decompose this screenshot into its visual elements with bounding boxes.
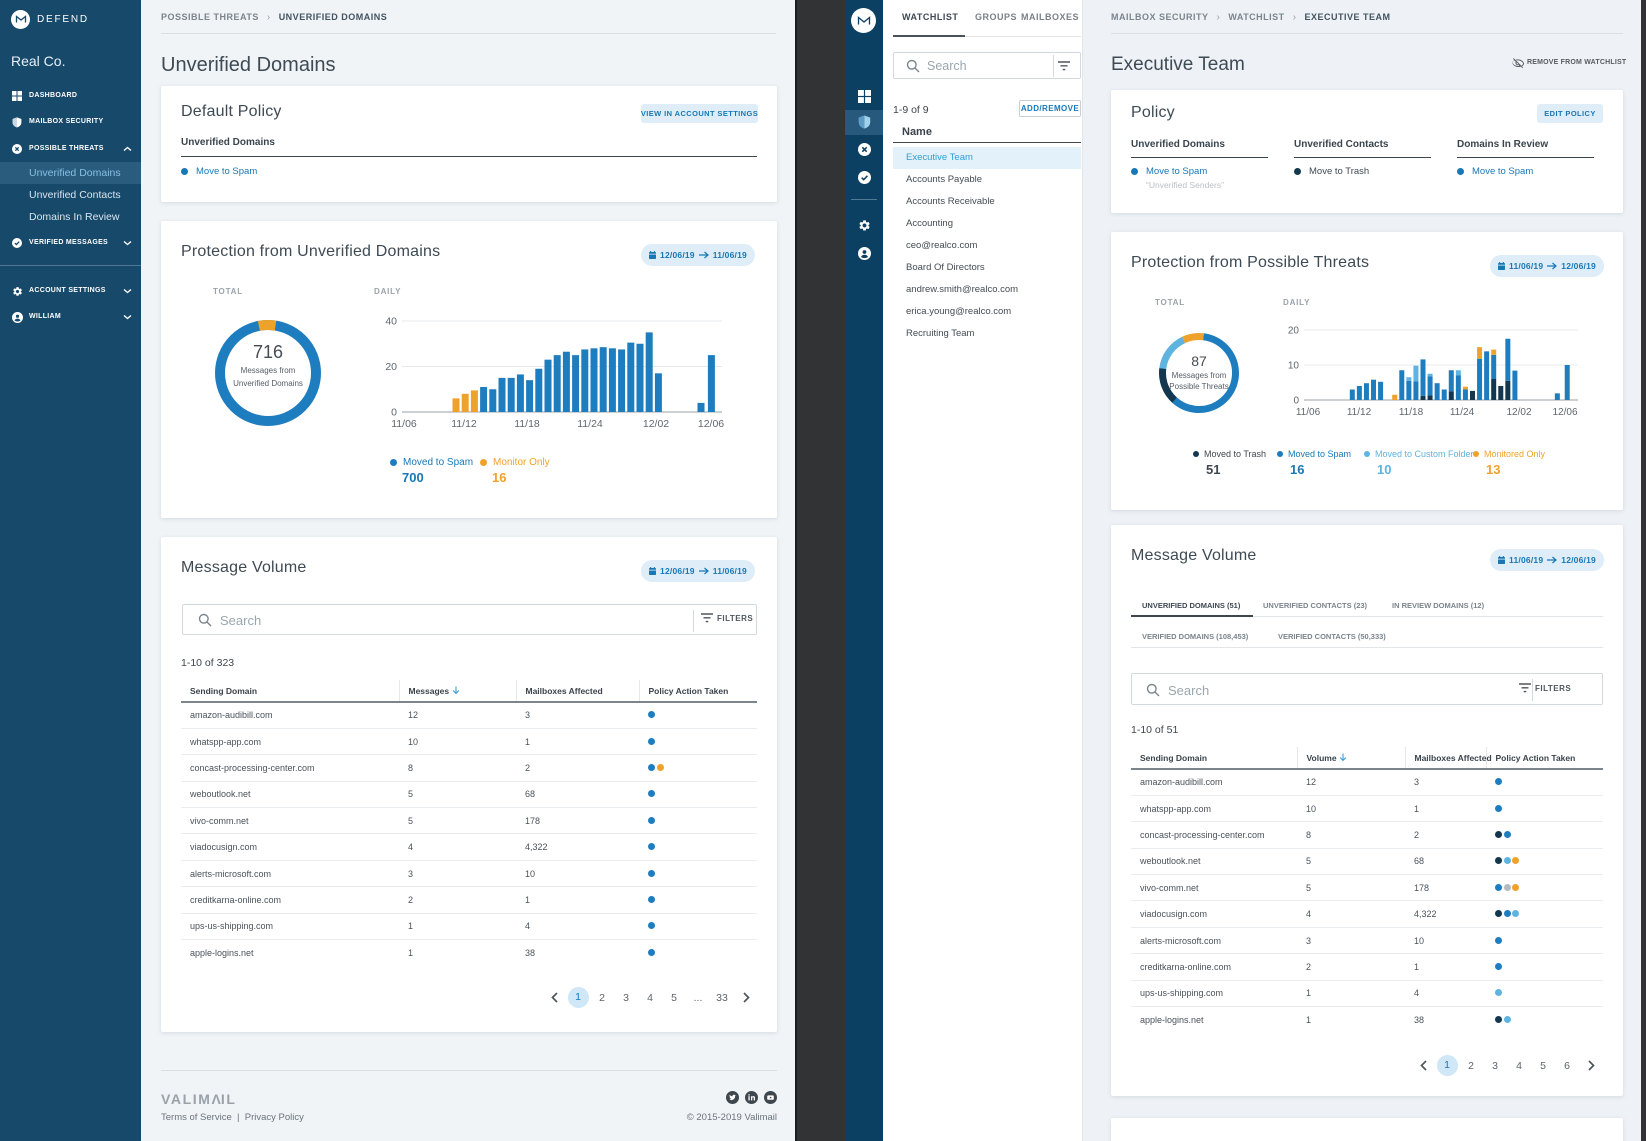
svg-text:11/24: 11/24	[577, 418, 603, 430]
svg-text:12/02: 12/02	[643, 418, 669, 430]
svg-text:11/18: 11/18	[514, 418, 540, 430]
svg-text:10: 10	[1288, 361, 1300, 372]
svg-text:40: 40	[385, 316, 397, 328]
svg-text:20: 20	[1288, 326, 1300, 337]
svg-text:12/06: 12/06	[1552, 407, 1577, 418]
svg-text:20: 20	[385, 361, 397, 373]
svg-text:0: 0	[1293, 396, 1299, 407]
svg-text:11/12: 11/12	[451, 418, 477, 430]
svg-text:11/24: 11/24	[1450, 407, 1475, 418]
svg-text:11/18: 11/18	[1399, 407, 1424, 418]
svg-text:0: 0	[391, 407, 397, 419]
svg-text:11/06: 11/06	[391, 418, 417, 430]
svg-text:11/12: 11/12	[1347, 407, 1372, 418]
svg-text:11/06: 11/06	[1296, 407, 1321, 418]
svg-text:12/02: 12/02	[1506, 407, 1531, 418]
svg-text:12/06: 12/06	[698, 418, 724, 430]
